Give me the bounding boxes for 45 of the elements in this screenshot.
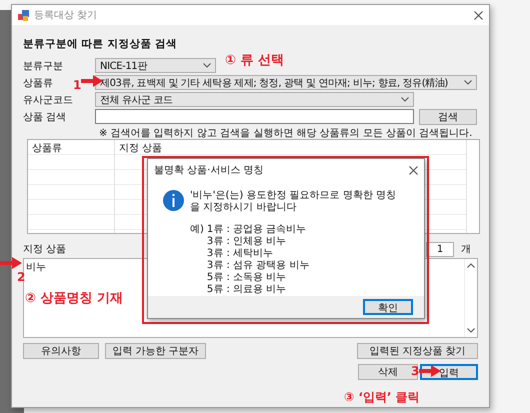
unit-label: 개	[460, 243, 472, 256]
step-label: ② 상품명칭 기재	[25, 290, 124, 307]
caret-icon	[203, 63, 211, 68]
dropdown[interactable]: 전체 유사군 코드	[95, 92, 414, 107]
app-icon	[18, 10, 29, 20]
dialog-message: '비누'은(는) 용도한정 필요하므로 명확한 명칭을 지정하시기 바랍니다	[190, 190, 398, 214]
dropdown[interactable]: 제03류, 표백제 및 기타 세탁용 제제; 청정, 광택 및 연마재; 비누; 향료, 정유(精油)	[95, 75, 477, 90]
step-number: 1	[73, 78, 82, 92]
step-number: 3	[411, 364, 420, 378]
ok-button[interactable]: 확인	[363, 299, 413, 315]
step-number: 2	[17, 270, 26, 284]
caret-icon	[464, 80, 472, 85]
step-label: ③ ‘입력’ 클릭	[344, 389, 420, 406]
hint-text: ※ 검색어를 입력하지 않고 검색을 실행하면 해당 상품류의 모든 상품이 검색됩니다.	[99, 127, 474, 139]
field-label: 상품 검색	[23, 112, 66, 122]
field-label: 분류구분	[23, 60, 63, 72]
dialog-title: 불명확 상품·서비스 명칭	[154, 164, 264, 177]
search-field[interactable]	[95, 109, 414, 124]
scroll-up-icon	[467, 263, 475, 268]
example-line: 5류 : 의료용 비누	[206, 284, 288, 296]
example-line: 3류 : 세탁비누	[206, 248, 274, 260]
field-label: 유사군코드	[23, 94, 73, 106]
arrow-icon	[419, 365, 442, 377]
scroll-down-icon	[467, 328, 475, 333]
caret-icon	[401, 97, 409, 102]
find-button[interactable]: 입력된 지정상품 찾기	[357, 343, 478, 359]
example-line: 5류 : 소독용 비누	[206, 272, 288, 284]
example-line: 3류 : 인체용 비누	[206, 236, 288, 248]
info-icon	[163, 190, 184, 211]
step-label: ① 류 선택	[225, 52, 284, 69]
window-title: 등록대상 찾기	[34, 9, 98, 22]
section-label: 지정 상품	[23, 243, 66, 256]
close-icon[interactable]	[409, 166, 418, 174]
example-line: 3류 : 섬유 광택용 비누	[206, 260, 310, 272]
dropdown[interactable]: NICE-11판	[95, 58, 216, 73]
arrow-icon	[0, 257, 22, 269]
example-line: 1류 : 공업용 금속비누	[206, 224, 308, 236]
section-heading: 분류구분에 따른 지정상품 검색	[23, 37, 178, 51]
close-icon[interactable]	[474, 10, 483, 20]
search-button[interactable]: 검색	[419, 108, 477, 124]
example-prefix: 예)	[190, 224, 204, 237]
field-label: 상품류	[23, 78, 53, 88]
notes-button[interactable]: 유의사항	[23, 343, 99, 359]
count-field: 1	[426, 242, 454, 256]
delimiters-button[interactable]: 입력 가능한 구분자	[105, 343, 206, 359]
